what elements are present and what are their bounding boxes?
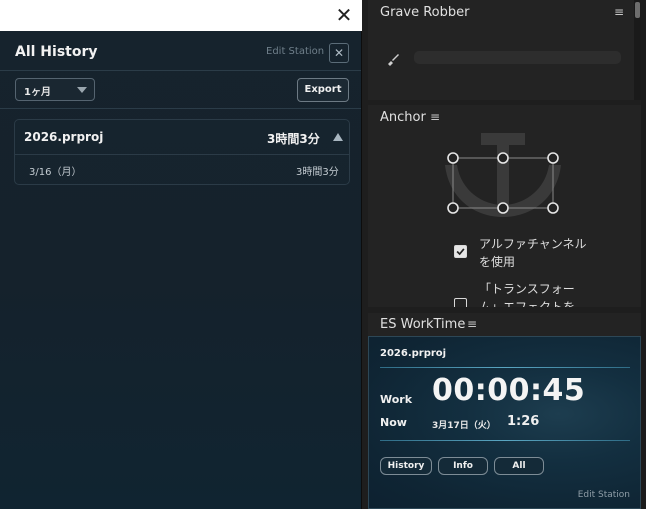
chevron-down-icon: [77, 87, 87, 93]
window-edge: [641, 0, 646, 509]
now-time: 1:26: [507, 414, 540, 429]
panel-menu-icon[interactable]: ≡: [614, 5, 624, 19]
history-title: All History: [15, 44, 98, 60]
now-label: Now: [380, 416, 407, 429]
divider: [0, 108, 361, 109]
project-card: 2026.prproj 3時間3分 3/16（月） 3時間3分: [14, 119, 350, 185]
edit-station-link[interactable]: Edit Station: [266, 46, 324, 57]
grave-robber-panel: Grave Robber ≡: [368, 0, 641, 100]
anchor-grid: [445, 133, 561, 217]
panel-title: Grave Robber: [380, 5, 470, 20]
divider: [0, 70, 361, 71]
window-titlebar: ✕: [0, 0, 362, 31]
anchor-point-top-right[interactable]: [547, 152, 559, 164]
anchor-panel: Anchor ≡ アルファチャンネルを使用 「トランスフォーム」: [368, 105, 641, 314]
info-button[interactable]: Info: [438, 457, 488, 475]
day-time: 3時間3分: [296, 167, 339, 178]
anchor-point-bottom-left[interactable]: [447, 202, 459, 214]
scrollbar-thumb[interactable]: [635, 2, 640, 18]
es-worktime-panel: ES WorkTime ≡ 2026.prproj Work 00:00:45 …: [368, 313, 641, 509]
export-button[interactable]: Export: [297, 78, 349, 102]
progress-bar: [414, 51, 621, 64]
edit-station-link[interactable]: Edit Station: [578, 490, 630, 500]
panel-title: Anchor: [380, 110, 426, 125]
worktime-widget: 2026.prproj Work 00:00:45 Now 3月17日（火） 1…: [368, 336, 641, 509]
history-button[interactable]: History: [380, 457, 432, 475]
work-label: Work: [380, 393, 413, 406]
work-timer: 00:00:45: [432, 373, 586, 408]
project-name: 2026.prproj: [380, 348, 447, 359]
panel-menu-icon[interactable]: ≡: [430, 110, 440, 124]
range-select-value: 1ヶ月: [24, 87, 51, 98]
panel-title: ES WorkTime: [380, 317, 466, 332]
project-name: 2026.prproj: [24, 130, 104, 144]
history-window: ✕ All History Edit Station ✕ 1ヶ月 Export …: [0, 0, 362, 509]
anchor-point-bottom-right[interactable]: [547, 202, 559, 214]
project-header[interactable]: 2026.prproj 3時間3分: [15, 120, 349, 155]
divider: [380, 367, 630, 368]
anchor-point-top-left[interactable]: [447, 152, 459, 164]
brush-icon[interactable]: [385, 51, 401, 67]
anchor-point-bottom-center[interactable]: [497, 202, 509, 214]
divider: [380, 440, 630, 441]
option-label: アルファチャンネルを使用: [479, 237, 587, 269]
close-window-icon[interactable]: ✕: [332, 3, 356, 27]
panel-menu-icon[interactable]: ≡: [467, 317, 477, 331]
project-total-time: 3時間3分: [267, 132, 320, 146]
range-select[interactable]: 1ヶ月: [15, 78, 95, 101]
history-close-button[interactable]: ✕: [329, 43, 349, 63]
day-date: 3/16（月）: [29, 167, 82, 178]
anchor-point-top-center[interactable]: [497, 152, 509, 164]
all-button[interactable]: All: [494, 457, 544, 475]
checkbox-checked[interactable]: [454, 245, 467, 258]
collapse-caret-icon[interactable]: [333, 133, 343, 141]
now-date: 3月17日（火）: [432, 421, 496, 431]
